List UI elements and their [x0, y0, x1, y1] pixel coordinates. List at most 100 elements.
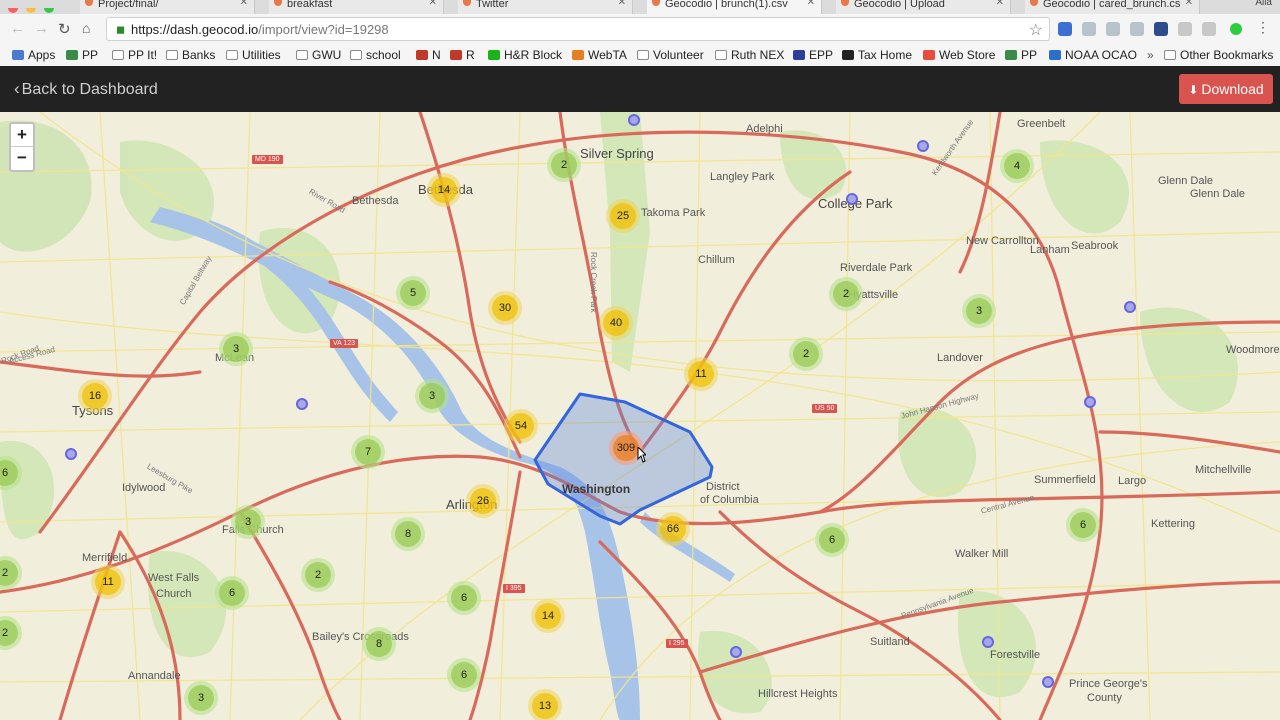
- bookmark-item[interactable]: PP It!: [112, 47, 157, 63]
- map-point[interactable]: [1084, 396, 1096, 408]
- maximize-window-icon[interactable]: [44, 8, 54, 13]
- back-to-dashboard-link[interactable]: ‹ Back to Dashboard: [14, 79, 158, 99]
- reload-icon[interactable]: ↻: [58, 20, 71, 38]
- marker-cluster[interactable]: 16: [82, 383, 108, 409]
- tab-close-icon[interactable]: ✕: [1185, 0, 1193, 8]
- marker-cluster[interactable]: 6: [1070, 512, 1096, 538]
- bookmark-item[interactable]: Tax Home: [842, 47, 912, 63]
- marker-cluster[interactable]: 5: [400, 280, 426, 306]
- extension-icon[interactable]: [1082, 22, 1096, 36]
- extension-icon[interactable]: [1202, 22, 1216, 36]
- bookmark-item[interactable]: NOAA OCAO: [1049, 47, 1137, 63]
- map-point[interactable]: [1042, 676, 1054, 688]
- bookmark-item[interactable]: Apps: [12, 47, 55, 63]
- map-point[interactable]: [628, 114, 640, 126]
- marker-cluster[interactable]: 2: [833, 281, 859, 307]
- bookmark-item[interactable]: PP: [66, 47, 98, 63]
- browser-tab[interactable]: breakfast ✕: [269, 0, 444, 14]
- other-bookmarks[interactable]: Other Bookmarks: [1164, 47, 1273, 63]
- map-point[interactable]: [65, 448, 77, 460]
- browser-tab[interactable]: Geocodio | cared_brunch.cs ✕: [1025, 0, 1200, 14]
- marker-cluster[interactable]: 30: [492, 295, 518, 321]
- marker-cluster[interactable]: 3: [223, 336, 249, 362]
- tab-close-icon[interactable]: ✕: [996, 0, 1004, 8]
- marker-cluster[interactable]: 6: [819, 527, 845, 553]
- close-window-icon[interactable]: [8, 8, 18, 13]
- bookmark-item[interactable]: school: [350, 47, 401, 63]
- home-icon[interactable]: ⌂: [82, 20, 90, 36]
- marker-cluster[interactable]: 6: [451, 662, 477, 688]
- bookmark-item[interactable]: Banks: [166, 47, 215, 63]
- extension-icon[interactable]: [1154, 22, 1168, 36]
- bookmark-item[interactable]: H&R Block: [488, 47, 562, 63]
- bookmark-item[interactable]: N: [416, 47, 441, 63]
- browser-tab[interactable]: Geocodio | Upload ✕: [836, 0, 1011, 14]
- map-point[interactable]: [296, 398, 308, 410]
- bookmark-item[interactable]: EPP: [793, 47, 833, 63]
- browser-tab[interactable]: Project/final/ ✕: [80, 0, 255, 14]
- marker-cluster[interactable]: 11: [95, 569, 121, 595]
- extension-icon[interactable]: [1178, 22, 1192, 36]
- marker-cluster[interactable]: 3: [235, 509, 261, 535]
- bookmarks-overflow-icon[interactable]: »: [1147, 47, 1154, 63]
- bookmark-item[interactable]: PP: [1005, 47, 1037, 63]
- tab-close-icon[interactable]: ✕: [618, 0, 626, 8]
- bookmark-item[interactable]: WebTA: [572, 47, 627, 63]
- marker-cluster[interactable]: 26: [470, 488, 496, 514]
- marker-cluster[interactable]: 4: [1004, 153, 1030, 179]
- browser-tab[interactable]: Twitter ✕: [458, 0, 633, 14]
- marker-cluster[interactable]: 6: [219, 580, 245, 606]
- marker-cluster[interactable]: 3: [419, 383, 445, 409]
- marker-cluster[interactable]: 14: [535, 603, 561, 629]
- map-point[interactable]: [1124, 301, 1136, 313]
- url-text[interactable]: https://dash.geocod.io/import/view?id=19…: [131, 22, 389, 37]
- marker-cluster[interactable]: 8: [395, 521, 421, 547]
- marker-cluster[interactable]: 2: [305, 562, 331, 588]
- bookmark-label: Ruth NEX: [731, 48, 785, 62]
- marker-cluster[interactable]: 2: [793, 341, 819, 367]
- marker-cluster[interactable]: 54: [508, 413, 534, 439]
- minimize-window-icon[interactable]: [26, 8, 36, 13]
- marker-cluster[interactable]: 13: [532, 693, 558, 719]
- download-button[interactable]: ⬇ Download: [1179, 74, 1273, 104]
- tab-title: breakfast: [287, 0, 333, 10]
- bookmark-star-icon[interactable]: ☆: [1029, 20, 1043, 40]
- marker-cluster[interactable]: 40: [603, 310, 629, 336]
- extension-icon[interactable]: [1058, 22, 1072, 36]
- map-viewport[interactable]: Silver Spring Adelphi Greenbelt Takoma Park…: [0, 112, 1280, 720]
- map-point[interactable]: [846, 193, 858, 205]
- map-point[interactable]: [917, 140, 929, 152]
- bookmark-item[interactable]: Web Store: [923, 47, 995, 63]
- marker-cluster[interactable]: 3: [966, 298, 992, 324]
- zoom-out-button[interactable]: −: [11, 147, 33, 169]
- marker-cluster[interactable]: 66: [660, 516, 686, 542]
- forward-arrow-icon[interactable]: →: [34, 20, 49, 37]
- profile-name[interactable]: Alla: [1255, 0, 1272, 8]
- marker-cluster[interactable]: 11: [688, 361, 714, 387]
- back-arrow-icon[interactable]: ←: [10, 20, 25, 37]
- marker-cluster[interactable]: 3: [188, 685, 214, 711]
- bookmark-item[interactable]: Ruth NEX: [715, 47, 784, 63]
- marker-cluster[interactable]: 8: [366, 631, 392, 657]
- browser-tab[interactable]: Geocodio | brunch(1).csv ✕: [647, 0, 822, 14]
- map-point[interactable]: [730, 646, 742, 658]
- bookmark-item[interactable]: Utilities: [226, 47, 281, 63]
- marker-cluster[interactable]: 14: [431, 177, 457, 203]
- extension-icon[interactable]: [1106, 22, 1120, 36]
- marker-cluster[interactable]: 7: [355, 439, 381, 465]
- address-bar[interactable]: ◼ https://dash.geocod.io/import/view?id=…: [106, 17, 1050, 41]
- menu-kebab-icon[interactable]: ⋮: [1256, 19, 1270, 36]
- zoom-in-button[interactable]: +: [11, 124, 33, 147]
- marker-cluster[interactable]: 6: [451, 585, 477, 611]
- extension-icon[interactable]: [1130, 22, 1144, 36]
- tab-close-icon[interactable]: ✕: [807, 0, 815, 8]
- bookmark-item[interactable]: R: [450, 47, 475, 63]
- marker-cluster[interactable]: 25: [610, 203, 636, 229]
- tab-close-icon[interactable]: ✕: [240, 0, 248, 8]
- status-dot-icon[interactable]: [1230, 23, 1242, 35]
- tab-close-icon[interactable]: ✕: [429, 0, 437, 8]
- marker-cluster[interactable]: 2: [551, 152, 577, 178]
- bookmark-item[interactable]: GWU: [296, 47, 341, 63]
- bookmark-item[interactable]: Volunteer: [637, 47, 704, 63]
- map-point[interactable]: [982, 636, 994, 648]
